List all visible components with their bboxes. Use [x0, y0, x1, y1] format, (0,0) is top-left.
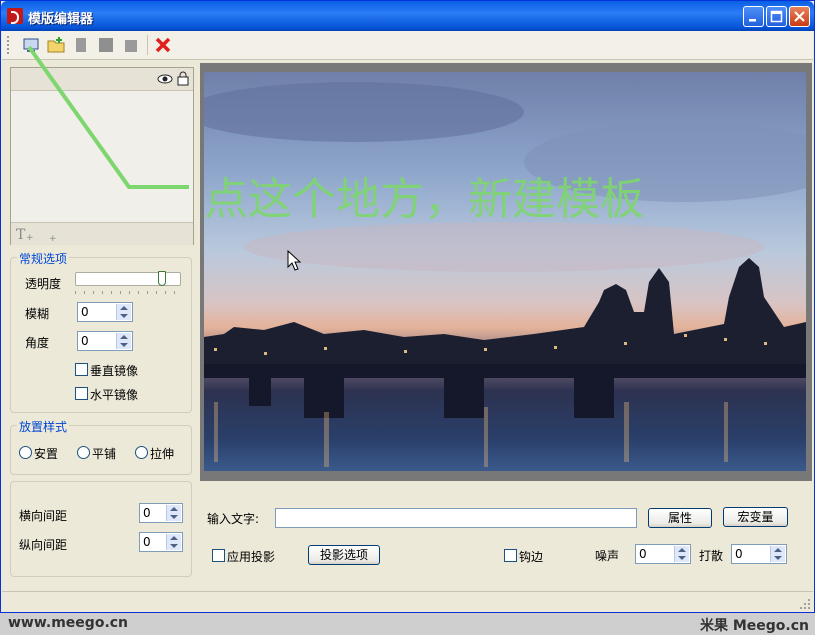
- horizontal-spacing-value: 0: [143, 506, 151, 520]
- horizontal-mirror-label: 水平镜像: [90, 388, 139, 402]
- horizontal-mirror-checkbox[interactable]: [75, 387, 88, 400]
- placement-stretch-label: 拉伸: [150, 447, 175, 461]
- macro-variable-button[interactable]: 宏变量: [723, 507, 788, 527]
- resize-grip-icon[interactable]: [799, 598, 811, 610]
- angle-value: 0: [81, 334, 89, 348]
- svg-text:+: +: [49, 234, 57, 242]
- scatter-spinner[interactable]: 0: [731, 544, 787, 564]
- title-bar: 模版编辑器: [1, 1, 814, 31]
- noise-value: 0: [639, 547, 647, 561]
- placement-stretch-radio[interactable]: [135, 446, 148, 459]
- input-text-label: 输入文字:: [207, 512, 260, 526]
- placement-tile-label: 平铺: [92, 447, 117, 461]
- placement-style-group: 放置样式 安置 平铺 拉伸: [10, 418, 192, 475]
- blur-spinner[interactable]: 0: [77, 302, 133, 322]
- shadow-options-button[interactable]: 投影选项: [308, 545, 380, 565]
- angle-spinner-arrows[interactable]: [116, 333, 131, 349]
- blur-spinner-arrows[interactable]: [116, 304, 131, 320]
- opacity-label: 透明度: [25, 277, 62, 291]
- vertical-spacing-label: 纵向间距: [19, 538, 68, 552]
- opacity-slider[interactable]: [75, 271, 181, 297]
- horizontal-spacing-spinner[interactable]: 0: [139, 503, 183, 523]
- text-input[interactable]: [275, 508, 637, 528]
- toolbar-grip[interactable]: [7, 36, 11, 54]
- properties-button[interactable]: 属性: [648, 508, 712, 528]
- horizontal-spacing-label: 横向间距: [19, 509, 68, 523]
- apply-shadow-label: 应用投影: [227, 550, 276, 564]
- svg-text:T: T: [16, 227, 26, 242]
- text-controls-panel: 输入文字: 属性 宏变量 应用投影 投影选项 钩边 噪声 0 打散 0: [200, 485, 812, 589]
- mouse-cursor-icon: [287, 250, 301, 271]
- app-icon: [7, 8, 23, 24]
- horizontal-spacing-arrows[interactable]: [166, 505, 181, 521]
- annotation-arrow: [27, 45, 189, 189]
- footer-right-text: 米果 Meego.cn: [699, 618, 809, 634]
- vertical-mirror-checkbox[interactable]: [75, 363, 88, 376]
- hook-edge-label: 钩边: [519, 550, 544, 564]
- apply-shadow-checkbox[interactable]: [212, 549, 225, 562]
- window-title: 模版编辑器: [28, 12, 94, 27]
- noise-spinner[interactable]: 0: [635, 544, 691, 564]
- layer-list-footer: T + +: [11, 222, 193, 245]
- editor-window: 模版编辑器 T + + 常规选项 透明度 模糊 0 角度 0 垂直镜像 水平镜像…: [0, 0, 815, 613]
- template-canvas[interactable]: [200, 63, 812, 481]
- placement-tile-radio[interactable]: [77, 446, 90, 459]
- spacing-group: 横向间距 0 纵向间距 0: [10, 481, 192, 577]
- scatter-spinner-arrows[interactable]: [770, 546, 785, 562]
- general-options-title: 常规选项: [17, 250, 70, 267]
- vertical-mirror-label: 垂直镜像: [90, 364, 139, 378]
- maximize-button[interactable]: [766, 6, 787, 27]
- placement-place-radio[interactable]: [19, 446, 32, 459]
- minimize-button[interactable]: [743, 6, 764, 27]
- vertical-spacing-spinner[interactable]: 0: [139, 532, 183, 552]
- hook-edge-checkbox[interactable]: [504, 549, 517, 562]
- noise-label: 噪声: [595, 549, 620, 563]
- vertical-spacing-arrows[interactable]: [166, 534, 181, 550]
- angle-label: 角度: [25, 336, 50, 350]
- blur-label: 模糊: [25, 307, 50, 321]
- placement-place-label: 安置: [34, 447, 59, 461]
- add-text-layer-icon[interactable]: T + +: [15, 226, 59, 242]
- noise-spinner-arrows[interactable]: [674, 546, 689, 562]
- vertical-spacing-value: 0: [143, 535, 151, 549]
- footer-left-text: www.meego.cn: [8, 615, 129, 631]
- watermark-footer: www.meego.cn 米果 Meego.cn: [0, 613, 815, 635]
- status-bar: [2, 591, 813, 612]
- scatter-label: 打散: [699, 549, 724, 563]
- close-button[interactable]: [789, 6, 810, 27]
- placement-style-title: 放置样式: [17, 418, 70, 435]
- angle-spinner[interactable]: 0: [77, 331, 133, 351]
- annotation-hint: 点这个地方，新建模板: [204, 174, 644, 225]
- general-options-group: 常规选项 透明度 模糊 0 角度 0 垂直镜像 水平镜像: [10, 250, 192, 413]
- svg-text:+: +: [26, 233, 34, 242]
- blur-value: 0: [81, 305, 89, 319]
- scatter-value: 0: [735, 547, 743, 561]
- opacity-slider-thumb[interactable]: [158, 271, 166, 286]
